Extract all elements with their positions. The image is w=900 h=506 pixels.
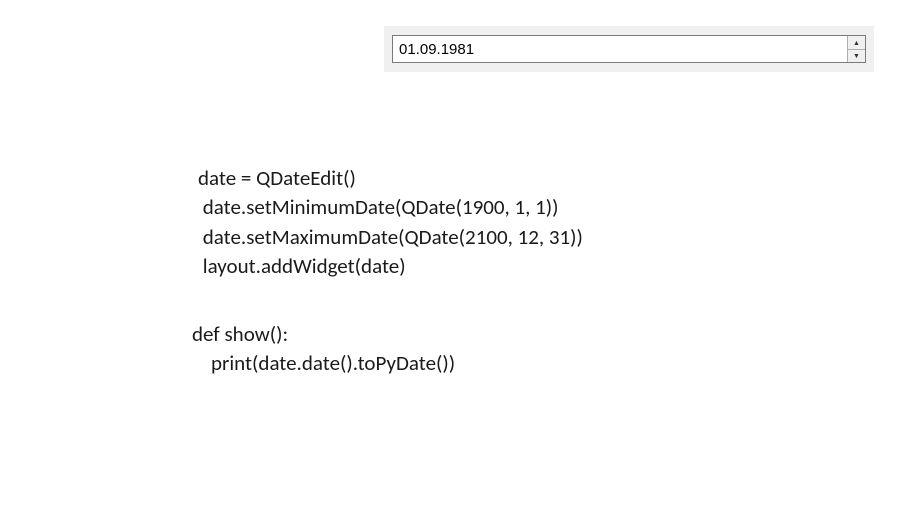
code-line: def show():	[192, 321, 288, 347]
spinner-down-button[interactable]: ▼	[848, 50, 865, 63]
code-line: date.setMinimumDate(QDate(1900, 1, 1))	[198, 194, 559, 220]
code-line: print(date.date().toPyDate())	[192, 350, 455, 376]
code-line: layout.addWidget(date)	[198, 253, 406, 279]
code-line: date.setMaximumDate(QDate(2100, 12, 31))	[198, 224, 583, 250]
code-line: date = QDateEdit()	[198, 165, 356, 191]
spinner-up-button[interactable]: ▲	[848, 36, 865, 50]
date-input[interactable]	[393, 36, 847, 62]
code-block-1: date = QDateEdit() date.setMinimumDate(Q…	[198, 164, 583, 282]
chevron-up-icon: ▲	[853, 39, 860, 46]
chevron-down-icon: ▼	[853, 52, 860, 59]
date-input-wrapper: ▲ ▼	[392, 35, 866, 63]
spinner-controls: ▲ ▼	[847, 36, 865, 62]
code-block-2: def show(): print(date.date().toPyDate()…	[192, 320, 455, 379]
date-widget-container: ▲ ▼	[384, 26, 874, 72]
